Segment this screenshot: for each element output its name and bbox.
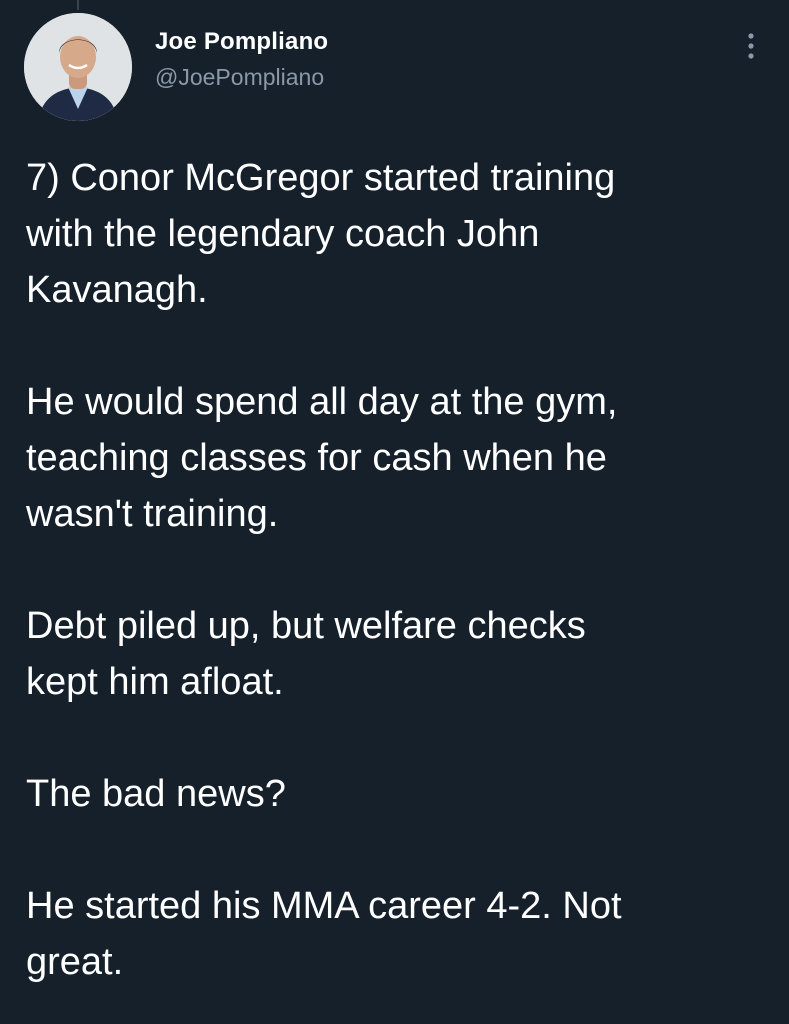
tweet-paragraph: He started his MMA career 4-2. Not great… — [26, 885, 622, 983]
avatar-photo — [24, 13, 132, 121]
tweet-paragraph: He would spend all day at the gym, teach… — [26, 381, 618, 535]
tweet-paragraph: Debt piled up, but welfare checks kept h… — [26, 605, 586, 703]
author-info: Joe Pompliano @JoePompliano — [155, 27, 328, 92]
avatar[interactable] — [24, 13, 132, 121]
tweet-paragraph: 7) Conor McGregor started training with … — [26, 157, 616, 311]
thread-connector-line — [77, 0, 79, 10]
author-handle[interactable]: @JoePompliano — [155, 62, 328, 92]
vertical-ellipsis-icon — [748, 33, 754, 59]
tweet-paragraph: The bad news? — [26, 773, 286, 815]
more-options-button[interactable] — [739, 28, 763, 64]
author-display-name[interactable]: Joe Pompliano — [155, 27, 328, 57]
tweet-text: 7) Conor McGregor started training with … — [26, 150, 766, 990]
